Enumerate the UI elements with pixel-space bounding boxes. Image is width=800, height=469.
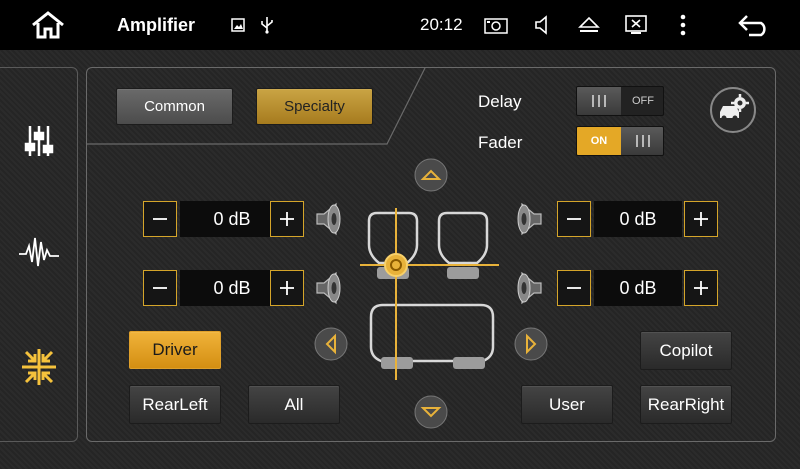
user-button[interactable]: User	[521, 385, 613, 424]
rear-right-button[interactable]: RearRight	[640, 385, 732, 424]
waveform-icon[interactable]	[18, 232, 60, 272]
more-icon[interactable]	[676, 0, 690, 50]
front-right-channel: 0 dB	[514, 201, 724, 239]
back-icon[interactable]	[734, 0, 774, 50]
front-right-plus-button[interactable]	[684, 201, 718, 237]
arrow-down-button[interactable]	[414, 395, 448, 429]
all-button[interactable]: All	[248, 385, 340, 424]
rear-right-channel: 0 dB	[514, 270, 724, 308]
clock: 20:12	[420, 15, 463, 34]
app-title: Amplifier	[117, 15, 196, 35]
close-window-icon[interactable]	[624, 0, 648, 50]
car-settings-icon[interactable]	[709, 86, 757, 134]
rear-right-minus-button[interactable]	[557, 270, 591, 306]
delay-state: OFF	[632, 95, 654, 107]
rear-right-level: 0 dB	[594, 270, 682, 306]
toggle-grip-icon	[621, 127, 663, 155]
copilot-button[interactable]: Copilot	[640, 331, 732, 370]
car-seats-diagram[interactable]	[355, 205, 505, 385]
tab-specialty[interactable]: Specialty	[256, 88, 373, 125]
speaker-icon	[314, 201, 344, 237]
fader-state: ON	[577, 127, 621, 155]
fader-label: Fader	[478, 133, 523, 152]
equalizer-icon[interactable]	[24, 124, 54, 158]
front-left-level: 0 dB	[180, 201, 284, 237]
eject-icon[interactable]	[577, 0, 601, 50]
toggle-grip-icon	[577, 87, 621, 115]
front-left-minus-button[interactable]	[143, 201, 177, 237]
arrow-right-button[interactable]	[514, 327, 548, 361]
rear-right-plus-button[interactable]	[684, 270, 718, 306]
speaker-icon	[314, 270, 344, 306]
image-icon	[230, 0, 246, 50]
volume-icon[interactable]	[533, 0, 553, 50]
home-icon[interactable]	[28, 0, 68, 50]
tab-common[interactable]: Common	[116, 88, 233, 125]
arrow-up-button[interactable]	[414, 158, 448, 192]
delay-toggle[interactable]: OFF	[576, 86, 664, 116]
camera-icon[interactable]	[483, 0, 509, 50]
fader-toggle[interactable]: ON	[576, 126, 664, 156]
front-right-minus-button[interactable]	[557, 201, 591, 237]
rear-left-plus-button[interactable]	[270, 270, 304, 306]
rear-left-minus-button[interactable]	[143, 270, 177, 306]
speaker-icon	[514, 270, 544, 306]
front-right-level: 0 dB	[594, 201, 682, 237]
front-left-channel: 0 dB	[143, 201, 353, 239]
sound-field-icon[interactable]	[20, 347, 58, 387]
delay-label: Delay	[478, 92, 522, 111]
front-left-plus-button[interactable]	[270, 201, 304, 237]
status-bar: Amplifier 20:12	[0, 0, 800, 50]
speaker-icon	[514, 201, 544, 237]
driver-button[interactable]: Driver	[129, 331, 221, 369]
arrow-left-button[interactable]	[314, 327, 348, 361]
rear-left-button[interactable]: RearLeft	[129, 385, 221, 424]
usb-icon	[258, 0, 276, 50]
rear-left-level: 0 dB	[180, 270, 284, 306]
rear-left-channel: 0 dB	[143, 270, 353, 308]
